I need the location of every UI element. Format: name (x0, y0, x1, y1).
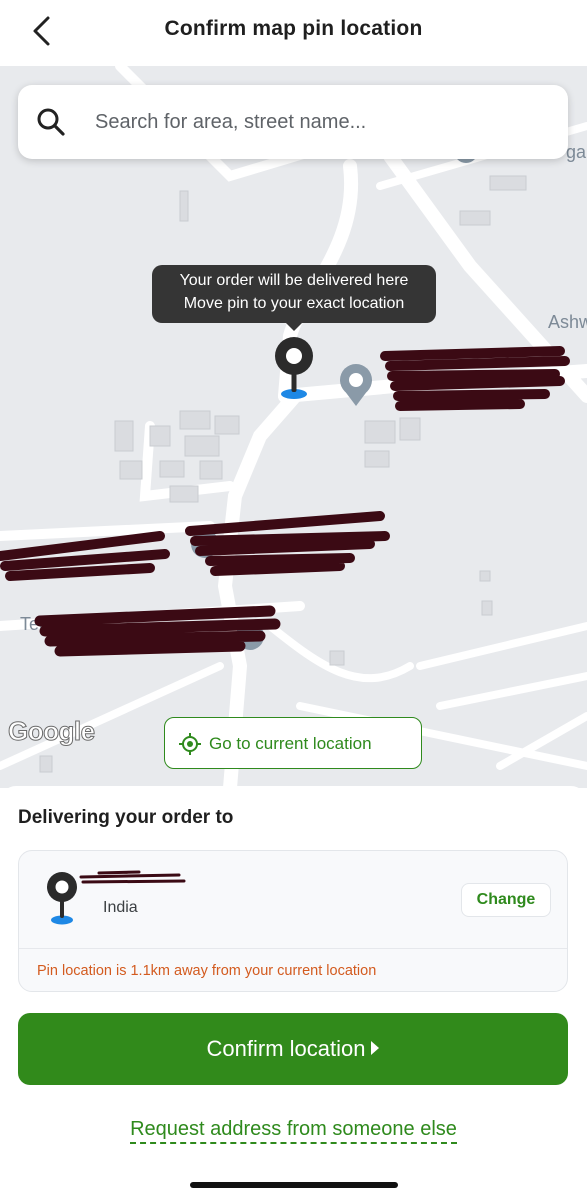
search-icon (37, 108, 65, 136)
distance-warning: Pin location is 1.1km away from your cur… (37, 963, 377, 979)
map-label-ga: ga (566, 142, 587, 162)
home-indicator (190, 1182, 398, 1188)
page-title: Confirm map pin location (164, 17, 423, 40)
play-arrow-icon (371, 1041, 380, 1056)
bottom-sheet: Delivering your order to India Change Pi… (0, 786, 587, 1200)
crosshair-icon (179, 733, 201, 755)
search-placeholder[interactable]: Search for area, street name... (95, 111, 366, 134)
location-pin-icon (47, 872, 77, 925)
confirm-location-button[interactable]: Confirm location (18, 1013, 568, 1085)
card-divider (19, 948, 567, 949)
search-bar[interactable]: Search for area, street name... (18, 85, 568, 159)
tooltip-line-1: Your order will be delivered here (179, 272, 409, 289)
request-address-link[interactable]: Request address from someone else (130, 1118, 457, 1144)
tooltip-line-2: Move pin to your exact location (183, 295, 405, 312)
map-canvas: Ashw Terr ga (0, 66, 587, 788)
address-redaction (79, 870, 186, 884)
tooltip-arrow (286, 323, 302, 331)
change-address-button[interactable]: Change (461, 883, 551, 917)
sheet-title: Delivering your order to (18, 807, 234, 828)
header-bar: Confirm map pin location (0, 0, 587, 66)
map-label-ashw: Ashw (548, 312, 587, 332)
map-pin-icon[interactable] (273, 336, 315, 402)
address-card: India Change Pin location is 1.1km away … (18, 850, 568, 992)
confirm-location-label: Confirm location (206, 1036, 366, 1061)
address-country: India (103, 899, 138, 916)
request-address-link-row: Request address from someone else (0, 1118, 587, 1144)
map-view[interactable]: Ashw Terr ga (0, 66, 587, 788)
google-logo: Google (8, 716, 96, 747)
pin-tooltip: Your order will be delivered here Move p… (152, 265, 436, 331)
go-to-current-location-label: Go to current location (209, 734, 372, 753)
go-to-current-location-button[interactable]: Go to current location (164, 717, 422, 769)
